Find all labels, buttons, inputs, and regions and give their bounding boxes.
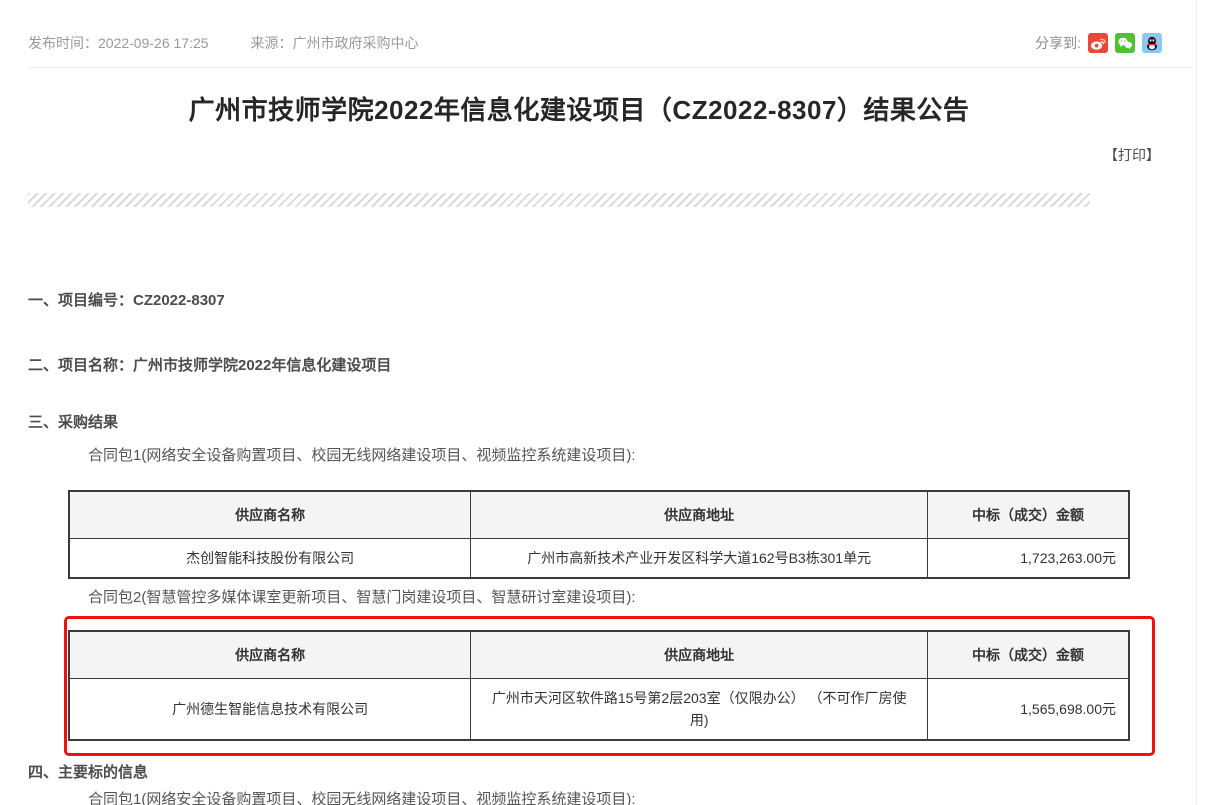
- print-button[interactable]: 【打印】: [1104, 145, 1160, 165]
- supplier-name-cell: 杰创智能科技股份有限公司: [69, 538, 471, 578]
- announcement-page: 发布时间：2022-09-26 17:25 来源：广州市政府采购中心 分享到:: [0, 0, 1218, 805]
- right-border-rule: [1196, 0, 1197, 805]
- publish-time-label: 发布时间：: [28, 35, 98, 51]
- column-header-award-amount: 中标（成交）金额: [928, 631, 1129, 678]
- column-header-supplier-name: 供应商名称: [69, 491, 471, 538]
- table-row: 杰创智能科技股份有限公司 广州市高新技术产业开发区科学大道162号B3栋301单…: [69, 538, 1129, 578]
- source-value: 广州市政府采购中心: [293, 35, 419, 51]
- table-header-row: 供应商名称 供应商地址 中标（成交）金额: [69, 491, 1129, 538]
- award-amount-cell: 1,565,698.00元: [928, 678, 1129, 740]
- package2-result-table: 供应商名称 供应商地址 中标（成交）金额 广州德生智能信息技术有限公司 广州市天…: [68, 630, 1130, 741]
- header-divider: [28, 67, 1190, 68]
- publish-meta: 发布时间：2022-09-26 17:25 来源：广州市政府采购中心: [28, 33, 419, 53]
- page-title: 广州市技师学院2022年信息化建设项目（CZ2022-8307）结果公告: [28, 90, 1130, 127]
- share-bar: 分享到:: [1035, 33, 1162, 53]
- supplier-address-cell: 广州市天河区软件路15号第2层203室（仅限办公） （不可作厂房使用): [471, 678, 928, 740]
- publish-time-value: 2022-09-26 17:25: [98, 35, 209, 51]
- column-header-supplier-address: 供应商地址: [471, 631, 928, 678]
- award-amount-cell: 1,723,263.00元: [928, 538, 1129, 578]
- package1-result-table: 供应商名称 供应商地址 中标（成交）金额 杰创智能科技股份有限公司 广州市高新技…: [68, 490, 1130, 579]
- package1-label: 合同包1(网络安全设备购置项目、校园无线网络建设项目、视频监控系统建设项目):: [88, 446, 636, 466]
- section-project-name: 二、项目名称：广州市技师学院2022年信息化建设项目: [28, 356, 391, 376]
- section-project-number: 一、项目编号：CZ2022-8307: [28, 291, 225, 311]
- column-header-supplier-name: 供应商名称: [69, 631, 471, 678]
- package2-label: 合同包2(智慧管控多媒体课室更新项目、智慧门岗建设项目、智慧研讨室建设项目):: [88, 588, 636, 608]
- column-header-supplier-address: 供应商地址: [471, 491, 928, 538]
- wechat-icon[interactable]: [1115, 33, 1135, 53]
- table-header-row: 供应商名称 供应商地址 中标（成交）金额: [69, 631, 1129, 678]
- qq-icon[interactable]: [1142, 33, 1162, 53]
- weibo-icon[interactable]: [1088, 33, 1108, 53]
- share-label: 分享到:: [1035, 33, 1081, 53]
- table-row: 广州德生智能信息技术有限公司 广州市天河区软件路15号第2层203室（仅限办公）…: [69, 678, 1129, 740]
- hatched-divider: [28, 193, 1090, 207]
- supplier-address-cell: 广州市高新技术产业开发区科学大道162号B3栋301单元: [471, 538, 928, 578]
- supplier-name-cell: 广州德生智能信息技术有限公司: [69, 678, 471, 740]
- column-header-award-amount: 中标（成交）金额: [928, 491, 1129, 538]
- section-procurement-result: 三、采购结果: [28, 413, 118, 433]
- source-label: 来源：: [251, 35, 293, 51]
- clipped-bottom-text: 合同包1(网络安全设备购置项目、校园无线网络建设项目、视频监控系统建设项目):: [88, 790, 636, 805]
- section-main-subject-info: 四、主要标的信息: [28, 763, 148, 783]
